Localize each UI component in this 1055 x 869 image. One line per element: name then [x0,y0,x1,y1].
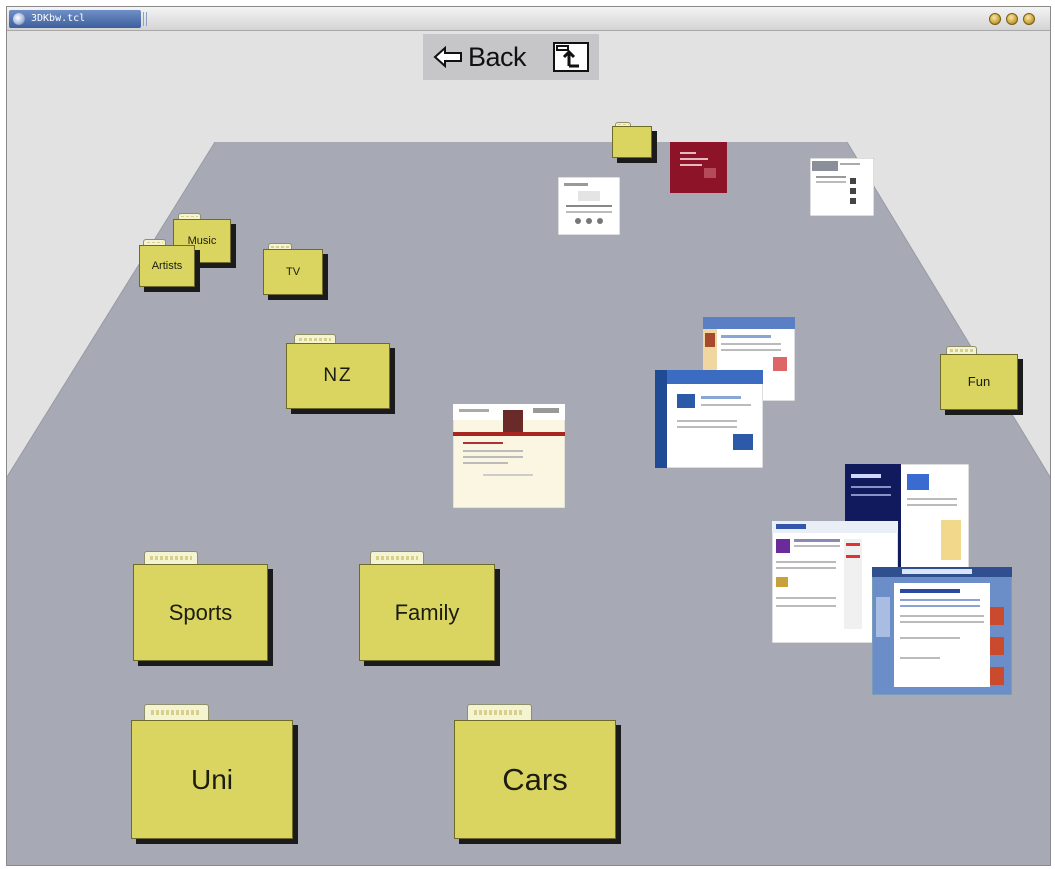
folder-label: TV [285,266,301,279]
back-button[interactable]: Back [433,40,527,74]
webpage-thumbnail[interactable] [453,404,565,508]
folder-unnamed[interactable] [612,122,652,158]
webpage-thumbnail[interactable] [670,142,727,193]
folder-label: Cars [502,761,568,797]
3d-workspace[interactable]: Back Music Artists TV NZ Fun Sports Fami… [7,31,1050,865]
webpage-thumbnail[interactable] [810,158,874,216]
arrow-left-icon [433,46,462,68]
app-window: 3DKbw.tcl Back Music Artists TV NZ Fun S… [6,6,1051,866]
folder-sports[interactable]: Sports [133,551,268,661]
folder-label: Artists [151,259,183,272]
webpage-thumbnail[interactable] [872,567,1012,695]
folder-tv[interactable]: TV [263,243,323,295]
window-title-tab[interactable]: 3DKbw.tcl [9,10,141,28]
folder-cars[interactable]: Cars [454,704,616,839]
folder-label: Sports [168,599,233,625]
back-label: Back [468,41,527,72]
title-grip [143,12,149,26]
folder-uni[interactable]: Uni [131,704,293,839]
folder-label: Family [394,599,460,625]
folder-up-icon [556,45,579,68]
folder-family[interactable]: Family [359,551,495,661]
folder-label: Fun [967,374,991,390]
title-bar[interactable]: 3DKbw.tcl [7,7,1050,31]
folder-label: Uni [190,763,233,795]
folder-artists[interactable]: Artists [139,239,195,287]
webpage-thumbnail[interactable] [558,177,620,235]
folder-label: NZ [323,365,353,386]
minimize-button[interactable] [989,13,1001,25]
maximize-button[interactable] [1006,13,1018,25]
close-button[interactable] [1023,13,1035,25]
folder-nz[interactable]: NZ [286,334,390,409]
window-title: 3DKbw.tcl [31,13,86,24]
webpage-thumbnail[interactable] [655,370,763,468]
folder-fun[interactable]: Fun [940,346,1018,410]
up-button[interactable] [553,42,589,72]
app-icon [13,13,25,25]
navigation-toolbar: Back [423,34,599,80]
